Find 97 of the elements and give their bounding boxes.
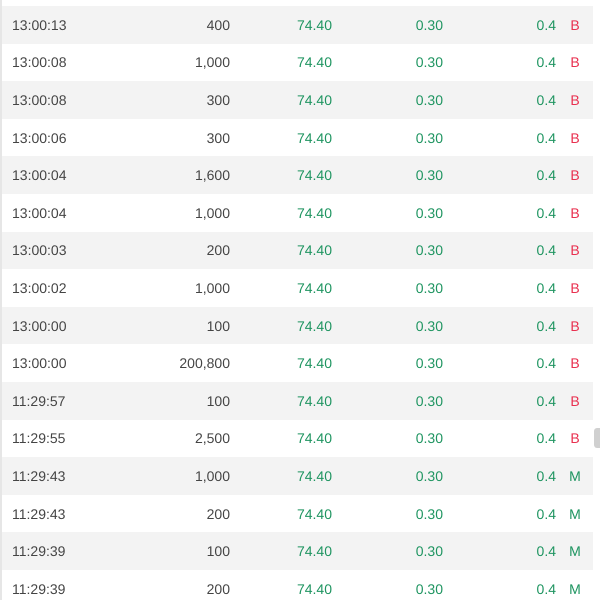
side-cell-text: B [569,430,581,446]
price-cell-text: 74.40 [296,280,332,296]
change-percent-cell-text: 0.4 [536,580,556,597]
volume-cell-text: 1,000 [194,204,230,221]
change-percent-cell-text: 0.4 [536,242,556,258]
volume-cell-text: 100 [206,318,230,334]
side-cell-text: B [569,280,581,296]
change-percent-cell-text: 0.4 [536,16,556,33]
time-cell-text: 13:00:08 [11,54,68,70]
price-cell-text: 74.40 [296,430,332,446]
change-cell-text: 0.30 [414,16,443,33]
volume-cell-text: 200 [206,242,230,258]
change-percent-cell-text: 0.4 [536,392,556,409]
price-cell-text: 74.40 [296,580,332,597]
change-percent-cell-text: 0.4 [536,468,556,484]
volume-cell-text: 1,600 [194,167,230,184]
change-percent-cell-text: 0.4 [536,280,556,296]
change-percent-cell-text: 0.4 [536,92,556,108]
time-cell-text: 13:00:00 [11,318,68,334]
change-cell-text: 0.30 [414,92,443,108]
side-cell-text: B [569,392,581,409]
change-percent-cell-text: 0.4 [536,130,556,146]
side-cell-text: M [568,543,582,560]
volume-cell-text: 200 [206,580,230,597]
side-cell-text: B [569,92,581,108]
side-cell-text: M [568,506,582,522]
price-cell-text: 74.40 [296,16,332,33]
side-cell-text: B [569,54,581,70]
side-cell-text: B [569,130,581,146]
change-percent-cell-text: 0.4 [536,318,556,334]
volume-cell-text: 1,000 [194,280,230,296]
time-cell-text: 11:29:39 [11,580,66,597]
change-cell-text: 0.30 [414,130,443,146]
time-cell-text: 11:29:39 [11,543,66,560]
price-cell-text: 74.40 [296,204,332,221]
change-cell-text: 0.30 [414,204,443,221]
change-cell-text: 0.30 [414,506,443,522]
price-cell-text: 74.40 [296,54,332,70]
price-cell-text: 74.40 [296,392,332,409]
change-cell-text: 0.30 [414,468,443,484]
volume-cell-text: 1,000 [194,468,230,484]
change-cell-text: 0.30 [414,355,443,372]
price-cell-text: 74.40 [296,130,332,146]
volume-cell-text: 200 [206,506,230,522]
price-cell-text: 74.40 [296,355,332,372]
volume-cell-text: 400 [206,16,230,33]
volume-cell-text: 100 [206,392,230,409]
volume-cell-text: 2,500 [194,430,230,446]
time-cell-text: 11:29:55 [11,430,66,446]
volume-cell-text: 300 [206,92,230,108]
scrollbar-thumb[interactable] [594,428,600,448]
time-cell-text: 13:00:08 [11,92,68,108]
volume-cell-text: 200,800 [178,355,230,372]
time-cell-text: 13:00:13 [11,16,68,33]
change-percent-cell-text: 0.4 [536,54,556,70]
change-cell-text: 0.30 [414,167,443,184]
change-cell-text: 0.30 [414,430,443,446]
price-cell-text: 74.40 [296,318,332,334]
side-cell-text: B [569,242,581,258]
time-cell-text: 11:29:43 [11,468,66,484]
change-cell-text: 0.30 [414,392,443,409]
price-cell-text: 74.40 [296,242,332,258]
change-cell-text: 0.30 [414,242,443,258]
price-cell-text: 74.40 [296,167,332,184]
side-cell-text: B [569,167,581,184]
time-cell-text: 11:29:57 [11,392,66,409]
change-percent-cell-text: 0.4 [536,167,556,184]
price-cell-text: 74.40 [296,506,332,522]
time-cell-text: 13:00:03 [11,242,68,258]
price-cell-text: 74.40 [296,468,332,484]
time-cell-text: 13:00:02 [11,280,68,296]
change-cell-text: 0.30 [414,580,443,597]
price-cell-text: 74.40 [296,92,332,108]
price-cell-text: 74.40 [296,543,332,560]
side-cell-text: B [569,355,581,372]
side-cell-text: M [568,580,582,597]
change-cell-text: 0.30 [414,280,443,296]
time-cell-text: 13:00:00 [11,355,68,372]
change-percent-cell-text: 0.4 [536,506,556,522]
volume-cell-text: 100 [206,543,230,560]
change-cell-text: 0.30 [414,543,443,560]
time-cell-text: 13:00:04 [11,204,68,221]
volume-cell-text: 1,000 [194,54,230,70]
volume-cell-text: 300 [206,130,230,146]
time-cell-text: 13:00:04 [11,167,68,184]
change-percent-cell-text: 0.4 [536,355,556,372]
side-cell-text: B [569,318,581,334]
side-cell-text: B [569,16,581,33]
side-cell-text: B [569,204,581,221]
change-percent-cell-text: 0.4 [536,430,556,446]
time-cell-text: 13:00:06 [11,130,68,146]
change-percent-cell-text: 0.4 [536,204,556,221]
change-percent-cell-text: 0.4 [536,543,556,560]
change-cell-text: 0.30 [414,318,443,334]
time-cell-text: 11:29:43 [11,506,66,522]
side-cell-text: M [568,468,582,484]
change-cell-text: 0.30 [414,54,443,70]
